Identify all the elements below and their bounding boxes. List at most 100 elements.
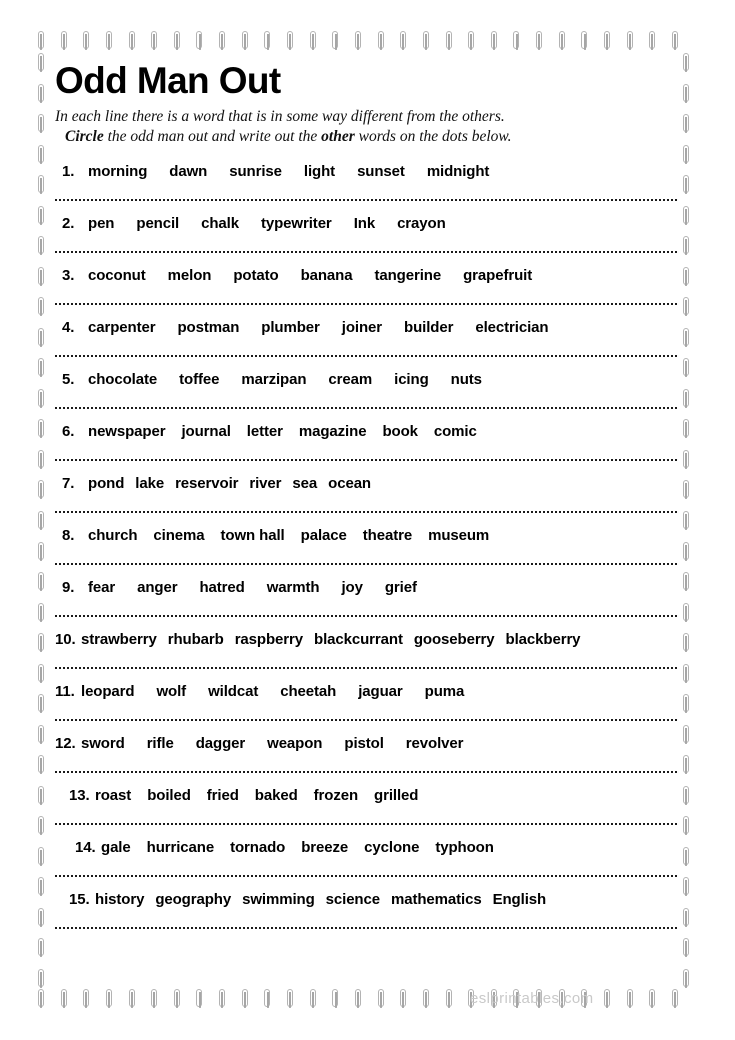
word-option[interactable]: roast bbox=[95, 787, 131, 804]
word-option[interactable]: science bbox=[326, 891, 380, 908]
word-option[interactable]: anger bbox=[137, 579, 177, 596]
word-option[interactable]: revolver bbox=[406, 735, 464, 752]
word-option[interactable]: wolf bbox=[156, 683, 186, 700]
word-option[interactable]: rhubarb bbox=[168, 631, 224, 648]
answer-dotted-line[interactable] bbox=[55, 926, 677, 929]
word-option[interactable]: sunset bbox=[357, 163, 405, 180]
word-option[interactable]: dagger bbox=[196, 735, 246, 752]
word-option[interactable]: electrician bbox=[475, 319, 548, 336]
answer-dotted-line[interactable] bbox=[55, 562, 677, 565]
word-option[interactable]: wildcat bbox=[208, 683, 258, 700]
word-option[interactable]: fear bbox=[88, 579, 115, 596]
word-option[interactable]: frozen bbox=[314, 787, 359, 804]
word-option[interactable]: tangerine bbox=[374, 267, 441, 284]
answer-dotted-line[interactable] bbox=[55, 406, 677, 409]
word-option[interactable]: cinema bbox=[153, 527, 204, 544]
word-option[interactable]: ocean bbox=[328, 475, 371, 492]
word-option[interactable]: chocolate bbox=[88, 371, 157, 388]
word-option[interactable]: icing bbox=[394, 371, 429, 388]
answer-dotted-line[interactable] bbox=[55, 874, 677, 877]
word-option[interactable]: sea bbox=[292, 475, 317, 492]
word-option[interactable]: reservoir bbox=[175, 475, 238, 492]
answer-dotted-line[interactable] bbox=[55, 458, 677, 461]
word-option[interactable]: leopard bbox=[81, 683, 135, 700]
answer-dotted-line[interactable] bbox=[55, 250, 677, 253]
word-option[interactable]: theatre bbox=[363, 527, 412, 544]
word-option[interactable]: grief bbox=[385, 579, 417, 596]
answer-dotted-line[interactable] bbox=[55, 770, 677, 773]
word-option[interactable]: pistol bbox=[344, 735, 384, 752]
word-option[interactable]: blackcurrant bbox=[314, 631, 403, 648]
word-option[interactable]: melon bbox=[168, 267, 212, 284]
word-option[interactable]: crayon bbox=[397, 215, 446, 232]
answer-dotted-line[interactable] bbox=[55, 614, 677, 617]
word-option[interactable]: dawn bbox=[169, 163, 207, 180]
word-option[interactable]: midnight bbox=[427, 163, 490, 180]
word-option[interactable]: typhoon bbox=[435, 839, 494, 856]
word-option[interactable]: museum bbox=[428, 527, 489, 544]
word-option[interactable]: town hall bbox=[221, 527, 285, 544]
word-option[interactable]: pen bbox=[88, 215, 114, 232]
word-option[interactable]: nuts bbox=[451, 371, 482, 388]
word-option[interactable]: letter bbox=[247, 423, 283, 440]
word-option[interactable]: sunrise bbox=[229, 163, 282, 180]
answer-dotted-line[interactable] bbox=[55, 822, 677, 825]
word-option[interactable]: English bbox=[493, 891, 547, 908]
answer-dotted-line[interactable] bbox=[55, 302, 677, 305]
word-option[interactable]: fried bbox=[207, 787, 239, 804]
word-option[interactable]: plumber bbox=[261, 319, 320, 336]
word-option[interactable]: Ink bbox=[354, 215, 375, 232]
word-option[interactable]: marzipan bbox=[241, 371, 306, 388]
word-option[interactable]: toffee bbox=[179, 371, 219, 388]
word-option[interactable]: breeze bbox=[301, 839, 348, 856]
word-option[interactable]: postman bbox=[177, 319, 239, 336]
word-option[interactable]: builder bbox=[404, 319, 453, 336]
word-option[interactable]: rifle bbox=[147, 735, 174, 752]
word-option[interactable]: grapefruit bbox=[463, 267, 532, 284]
word-option[interactable]: church bbox=[88, 527, 138, 544]
word-option[interactable]: palace bbox=[301, 527, 347, 544]
word-option[interactable]: baked bbox=[255, 787, 298, 804]
word-option[interactable]: jaguar bbox=[358, 683, 403, 700]
word-option[interactable]: puma bbox=[425, 683, 465, 700]
word-option[interactable]: swimming bbox=[242, 891, 315, 908]
word-option[interactable]: joy bbox=[341, 579, 362, 596]
word-option[interactable]: mathematics bbox=[391, 891, 482, 908]
word-option[interactable]: geography bbox=[155, 891, 231, 908]
answer-dotted-line[interactable] bbox=[55, 510, 677, 513]
word-option[interactable]: newspaper bbox=[88, 423, 166, 440]
word-option[interactable]: gale bbox=[101, 839, 131, 856]
word-option[interactable]: hatred bbox=[199, 579, 244, 596]
word-option[interactable]: typewriter bbox=[261, 215, 332, 232]
word-option[interactable]: potato bbox=[233, 267, 278, 284]
word-option[interactable]: history bbox=[95, 891, 144, 908]
word-option[interactable]: gooseberry bbox=[414, 631, 495, 648]
answer-dotted-line[interactable] bbox=[55, 354, 677, 357]
word-option[interactable]: carpenter bbox=[88, 319, 156, 336]
word-option[interactable]: comic bbox=[434, 423, 477, 440]
word-option[interactable]: hurricane bbox=[147, 839, 215, 856]
word-option[interactable]: book bbox=[382, 423, 418, 440]
word-option[interactable]: coconut bbox=[88, 267, 146, 284]
word-option[interactable]: sword bbox=[81, 735, 125, 752]
word-option[interactable]: tornado bbox=[230, 839, 285, 856]
word-option[interactable]: light bbox=[304, 163, 335, 180]
answer-dotted-line[interactable] bbox=[55, 666, 677, 669]
word-option[interactable]: cheetah bbox=[280, 683, 336, 700]
word-option[interactable]: journal bbox=[181, 423, 230, 440]
word-option[interactable]: joiner bbox=[342, 319, 382, 336]
answer-dotted-line[interactable] bbox=[55, 718, 677, 721]
word-option[interactable]: blackberry bbox=[506, 631, 581, 648]
word-option[interactable]: warmth bbox=[267, 579, 320, 596]
word-option[interactable]: pencil bbox=[136, 215, 179, 232]
word-option[interactable]: pond bbox=[88, 475, 124, 492]
word-option[interactable]: magazine bbox=[299, 423, 367, 440]
word-option[interactable]: boiled bbox=[147, 787, 191, 804]
answer-dotted-line[interactable] bbox=[55, 198, 677, 201]
word-option[interactable]: cyclone bbox=[364, 839, 419, 856]
word-option[interactable]: cream bbox=[328, 371, 372, 388]
word-option[interactable]: grilled bbox=[374, 787, 418, 804]
word-option[interactable]: morning bbox=[88, 163, 147, 180]
word-option[interactable]: river bbox=[249, 475, 281, 492]
word-option[interactable]: banana bbox=[301, 267, 353, 284]
